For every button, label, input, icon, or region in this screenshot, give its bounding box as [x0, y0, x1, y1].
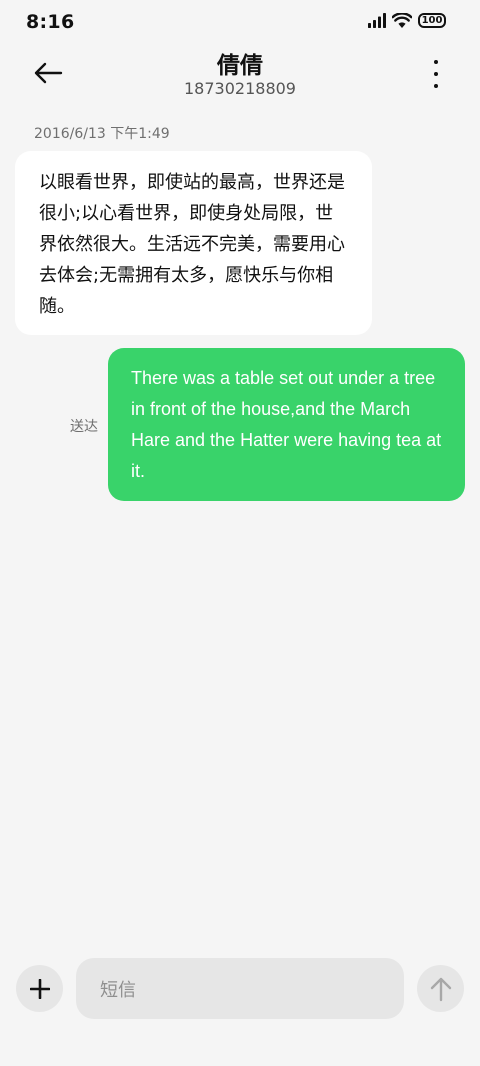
- status-icons: 100: [368, 13, 446, 28]
- send-button[interactable]: [417, 965, 464, 1012]
- message-input[interactable]: 短信: [76, 958, 404, 1019]
- battery-icon: 100: [418, 13, 446, 28]
- contact-number: 18730218809: [184, 79, 296, 98]
- contact-name: 倩倩: [217, 53, 263, 79]
- add-attachment-button[interactable]: [16, 965, 63, 1012]
- delivery-status: 送达: [70, 419, 98, 435]
- signal-icon: [368, 13, 386, 28]
- plus-icon: [29, 978, 50, 999]
- incoming-message-bubble[interactable]: 以眼看世界，即使站的最高，世界还是很小;以心看世界，即使身处局限，世界依然很大。…: [15, 151, 372, 335]
- send-arrow-icon: [430, 977, 451, 1001]
- battery-level: 100: [421, 14, 443, 26]
- more-options-button[interactable]: [428, 60, 444, 88]
- outgoing-message-bubble[interactable]: There was a table set out under a tree i…: [108, 348, 465, 501]
- message-composer: 短信: [0, 950, 480, 1030]
- message-timestamp: 2016/6/13 下午1:49: [34, 126, 170, 142]
- more-vertical-icon: [434, 60, 438, 64]
- wifi-icon: [392, 13, 412, 28]
- conversation-header: 倩倩 18730218809: [0, 46, 480, 104]
- status-time: 8:16: [26, 11, 75, 33]
- message-input-placeholder: 短信: [100, 979, 136, 1001]
- status-bar: 8:16 100: [0, 0, 480, 46]
